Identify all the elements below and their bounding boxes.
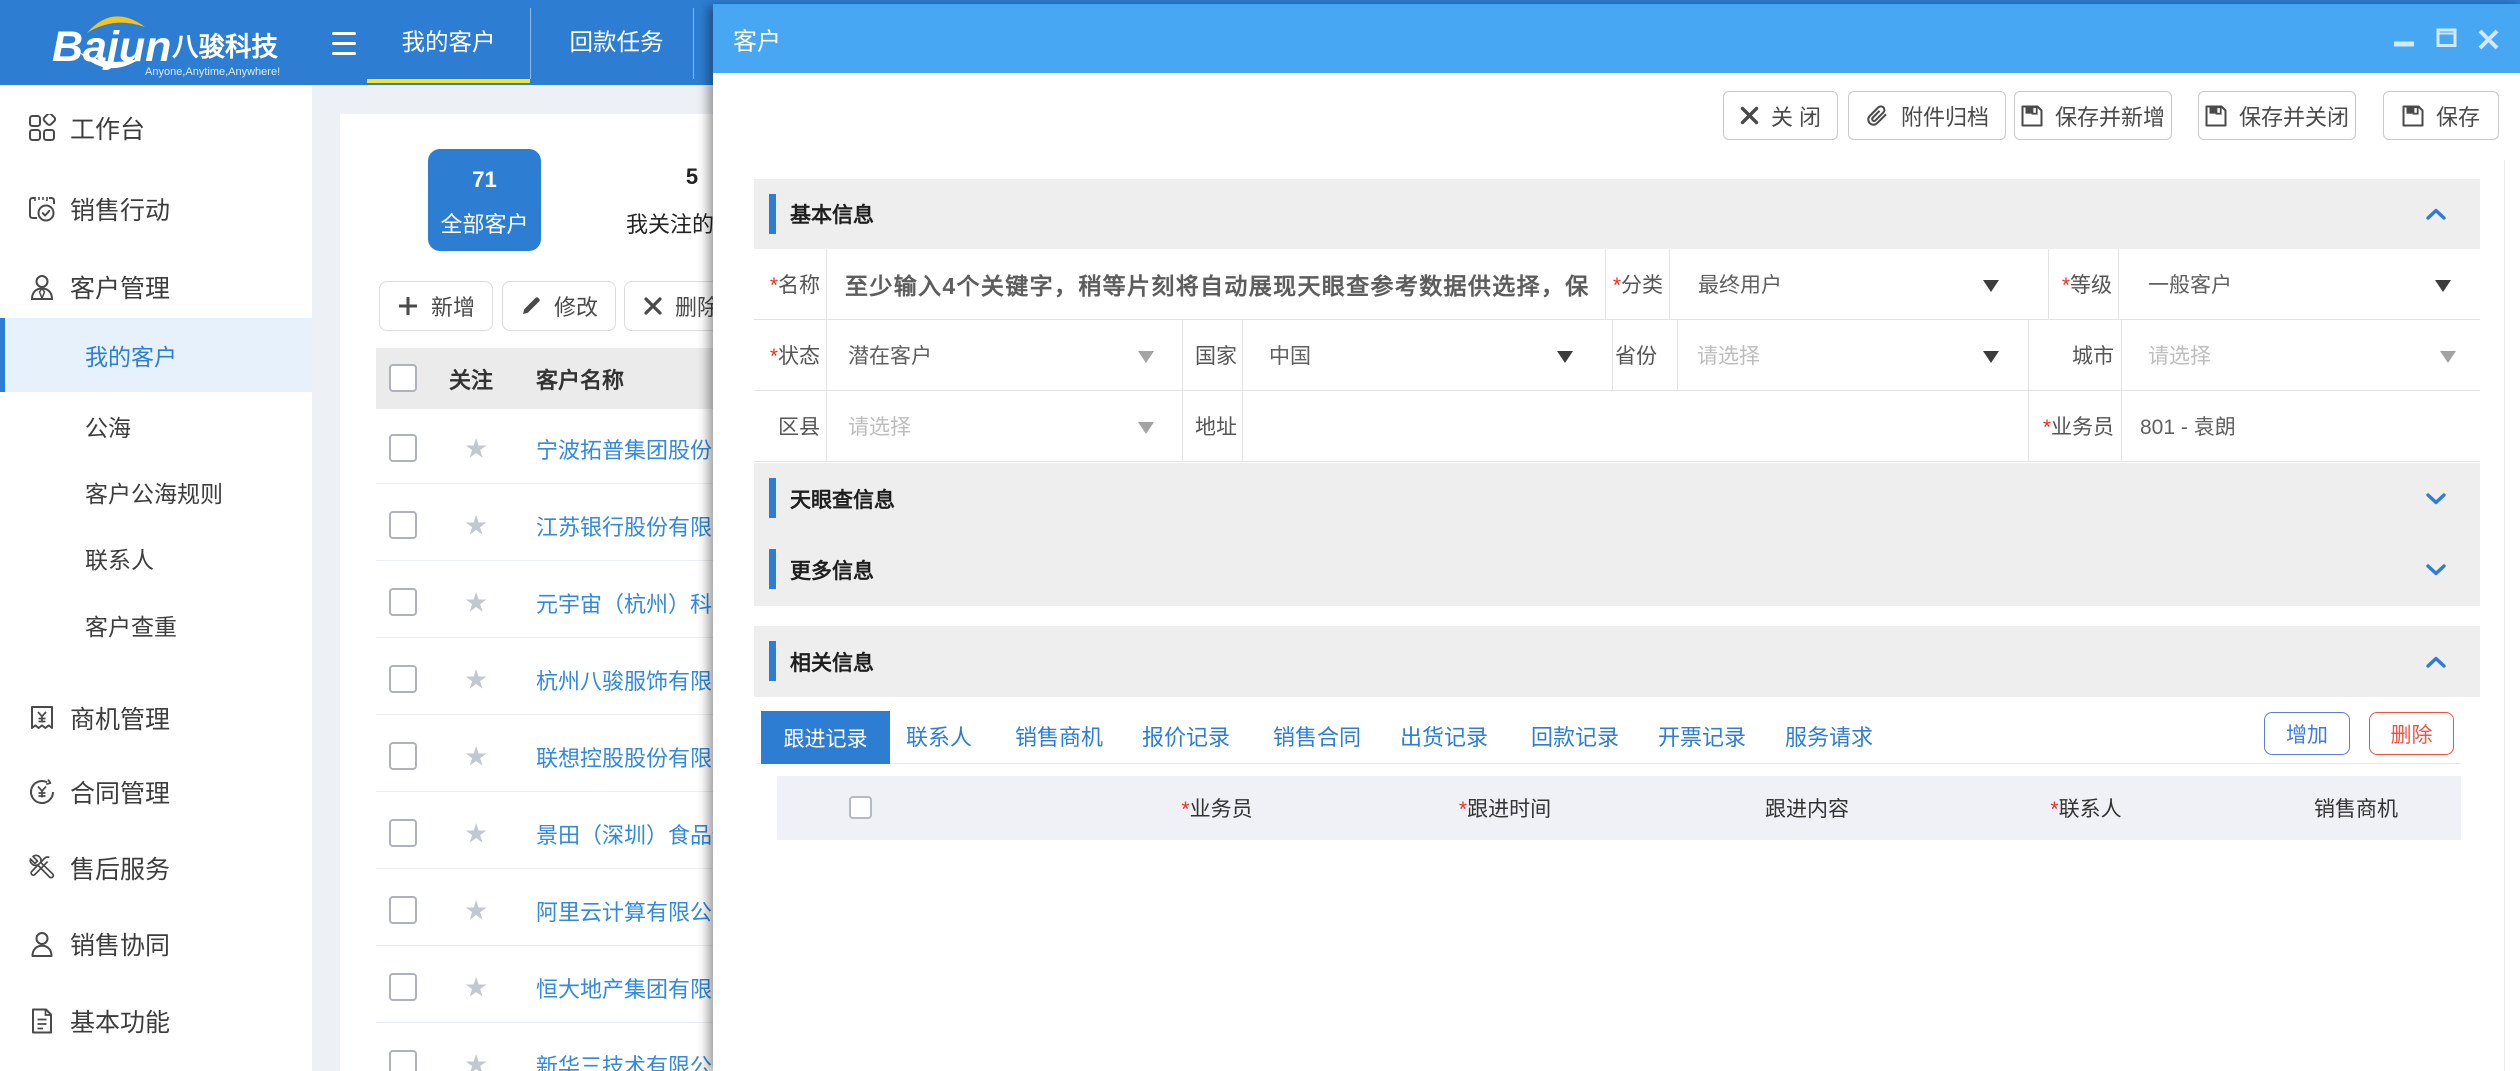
svg-text:Bajun: Bajun <box>52 23 171 71</box>
svg-text:Anyone,Anytime,Anywhere!: Anyone,Anytime,Anywhere! <box>145 66 280 78</box>
svg-text:八骏科技: 八骏科技 <box>172 32 278 62</box>
